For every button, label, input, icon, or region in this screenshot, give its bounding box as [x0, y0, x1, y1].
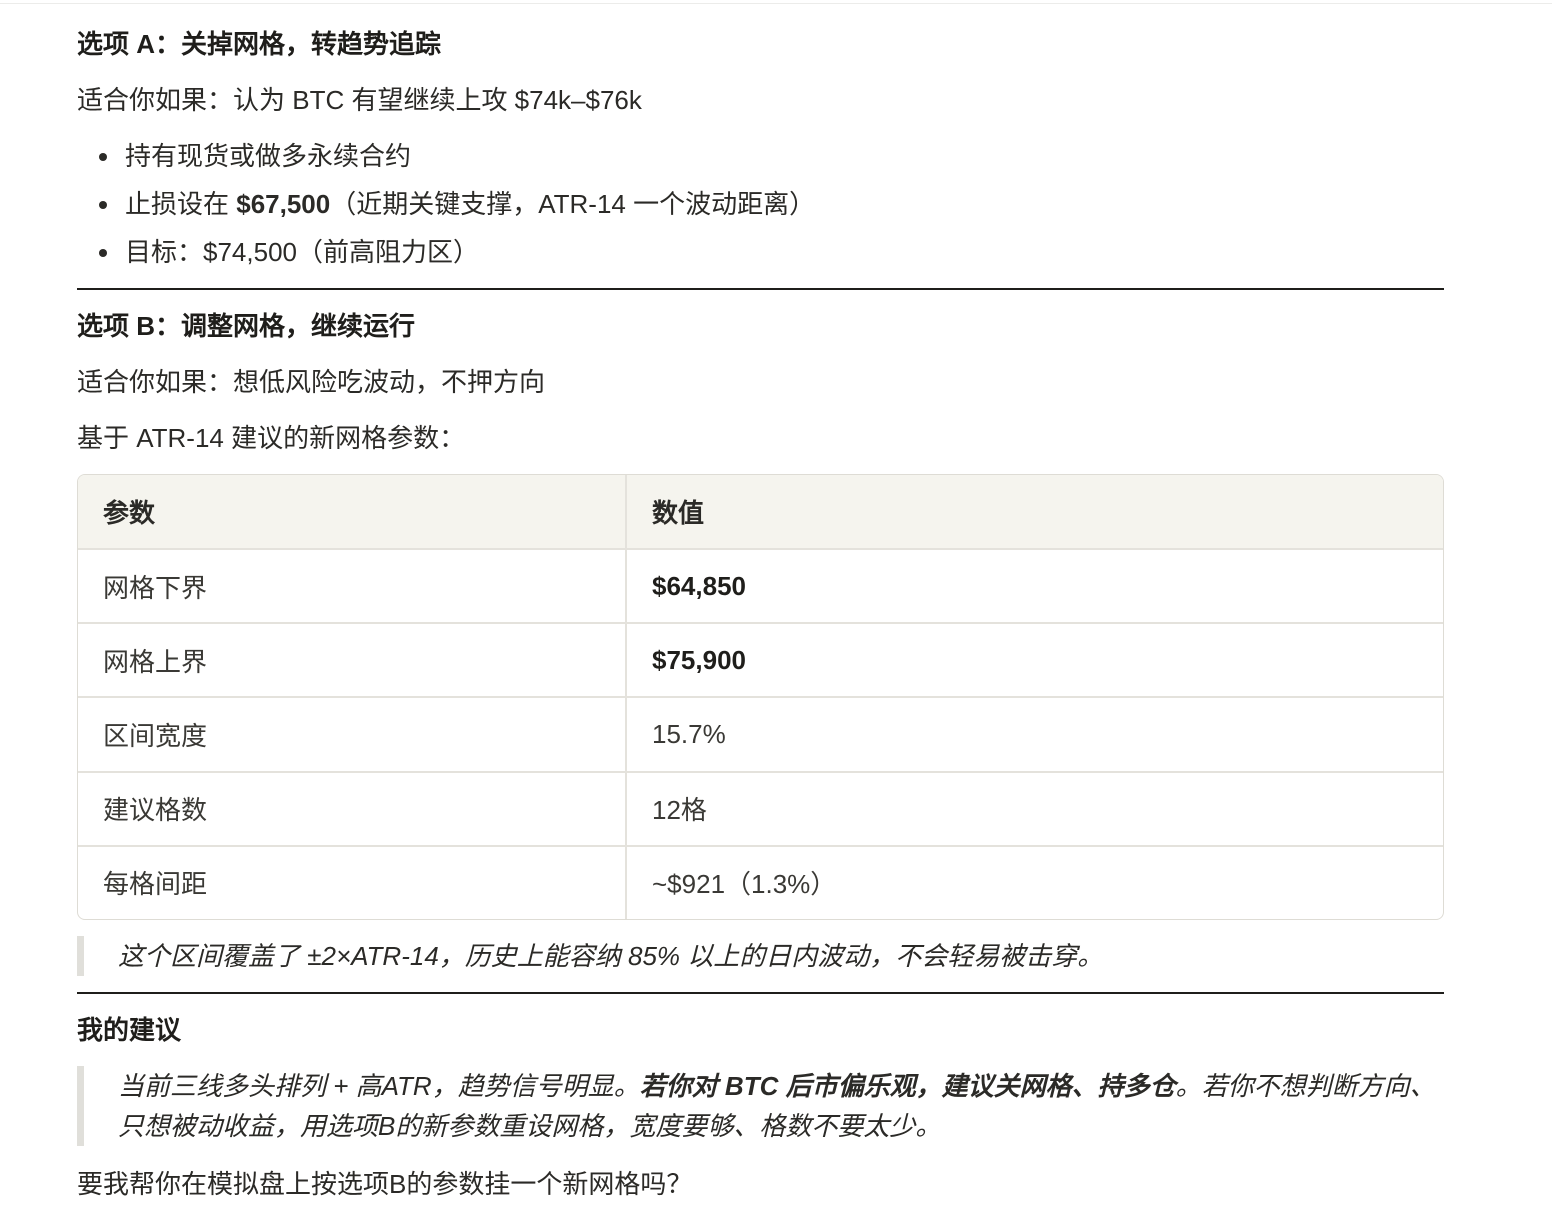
quote-text-part: 当前三线多头排列 + 高ATR，趋势信号明显。 [118, 1071, 640, 1101]
option-a-fit: 适合你如果：认为 BTC 有望继续上攻 $74k–$76k [77, 85, 642, 115]
option-b-intro: 基于 ATR-14 建议的新网格参数： [77, 423, 466, 453]
top-divider [0, 3, 1552, 4]
option-a-heading: 选项 A：关掉网格，转趋势追踪 [77, 29, 442, 59]
option-b-fit: 适合你如果：想低风险吃波动，不押方向 [77, 367, 546, 397]
quote-text: 这个区间覆盖了 ±2×ATR-14，历史上能容纳 85% 以上的日内波动，不会轻… [118, 941, 1104, 971]
value-cell: $64,850 [626, 549, 1443, 625]
param-cell: 每格间距 [78, 845, 627, 919]
value-cell: ~$921（1.3%） [652, 869, 837, 900]
bullet-text: 目标：$74,500（前高阻力区） [125, 237, 479, 267]
section-divider [77, 288, 1444, 290]
bullet-dot [99, 153, 107, 161]
section-divider [77, 992, 1444, 994]
table-row: 区间宽度 15.7% [78, 697, 1443, 773]
option-b-heading: 选项 B：调整网格，继续运行 [77, 311, 416, 341]
bullet-dot [99, 201, 107, 209]
param-cell: 网格上界 [78, 623, 627, 699]
stop-loss-value: $67,500 [236, 189, 331, 219]
bullet-text: （近期关键支撑，ATR-14 一个波动距离） [330, 189, 816, 219]
value-cell: $75,900 [626, 623, 1443, 699]
table-header-row: 参数 数值 [78, 475, 1443, 550]
bullet-text: 持有现货或做多永续合约 [125, 141, 412, 171]
grid-params-table: 参数 数值 网格下界 $64,850 网格上界 $75,900 区间宽度 15.… [77, 474, 1444, 920]
value-cell: 15.7% [626, 697, 1443, 773]
bullet-text: 止损设在 [125, 189, 237, 219]
list-item: 持有现货或做多永续合约 [77, 138, 815, 186]
column-header-param: 参数 [78, 475, 627, 550]
recommendation-heading: 我的建议 [77, 1015, 182, 1045]
list-item: 目标：$74,500（前高阻力区） [77, 234, 815, 282]
bullet-dot [99, 249, 107, 257]
param-cell: 建议格数 [78, 771, 627, 847]
list-item: 止损设在 $67,500（近期关键支撑，ATR-14 一个波动距离） [77, 186, 815, 234]
follow-up-question: 要我帮你在模拟盘上按选项B的参数挂一个新网格吗？ [77, 1169, 693, 1199]
quote-emphasis: 若你对 BTC 后市偏乐观，建议关网格、持多仓 [639, 1071, 1176, 1101]
recommendation-quote: 当前三线多头排列 + 高ATR，趋势信号明显。若你对 BTC 后市偏乐观，建议关… [77, 1066, 1451, 1146]
table-row: 每格间距 ~$921（1.3%） [78, 845, 1443, 919]
option-a-list: 持有现货或做多永续合约 止损设在 $67,500（近期关键支撑，ATR-14 一… [77, 138, 815, 282]
table-row: 建议格数 12格 [78, 771, 1443, 847]
quote-text: 当前三线多头排列 + 高ATR，趋势信号明显。若你对 BTC 后市偏乐观，建议关… [84, 1066, 1451, 1146]
value-cell: 12格 [626, 771, 1443, 847]
column-header-value: 数值 [626, 475, 1443, 550]
option-b-note-quote: 这个区间覆盖了 ±2×ATR-14，历史上能容纳 85% 以上的日内波动，不会轻… [77, 936, 1444, 976]
table-row: 网格下界 $64,850 [78, 549, 1443, 625]
param-cell: 区间宽度 [78, 697, 627, 773]
param-cell: 网格下界 [78, 549, 627, 625]
table-row: 网格上界 $75,900 [78, 623, 1443, 699]
